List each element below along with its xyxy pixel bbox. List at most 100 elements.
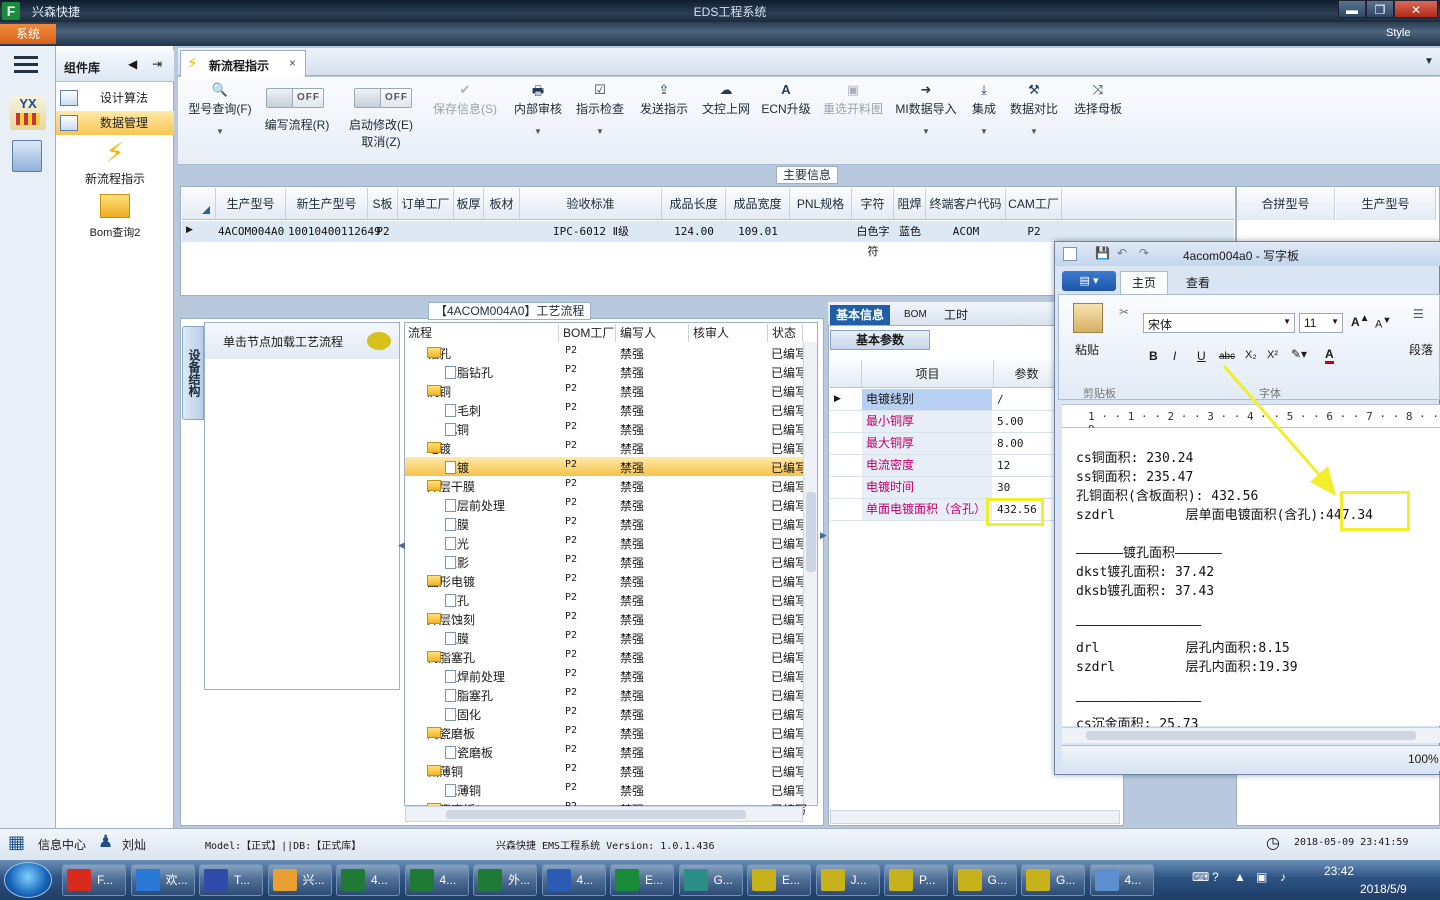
tree-row[interactable]: −钻孔 P2 禁强 已编写 <box>405 343 807 362</box>
send-instruction-button[interactable]: ⇪ 发送指示 <box>636 82 692 117</box>
taskbar-item[interactable]: J... <box>815 864 880 896</box>
reselect-cutting-drawing-button[interactable]: ▣ 重选开料图 <box>818 82 888 117</box>
style-menu[interactable]: Style <box>1386 27 1410 39</box>
taskbar-item[interactable]: 外... <box>473 864 537 896</box>
mi-data-import-button[interactable]: ➜ MI数据导入 ▼ <box>892 82 960 136</box>
tab-basic-params[interactable]: 基本参数 <box>830 330 930 350</box>
main-col-header[interactable]: 订单工厂 <box>398 188 454 220</box>
tab-new-process[interactable]: ⚡ 新流程指示 × <box>180 50 306 77</box>
main-col-header[interactable]: 阻焊 <box>894 188 926 220</box>
save-info-button[interactable]: ✔ 保存信息(S) <box>428 82 502 117</box>
equipment-structure-tab[interactable]: 设备结构 <box>182 326 204 420</box>
volume-icon[interactable]: ♪ <box>1280 870 1286 884</box>
tree-row[interactable]: 贴膜 P2 禁强 已编写 <box>405 514 807 533</box>
column-process[interactable]: 流程 <box>405 324 559 342</box>
pin-icon[interactable]: ⇥ <box>152 57 162 71</box>
main-col-header[interactable]: 板厚 <box>454 188 484 220</box>
tab-bom[interactable]: BOM <box>898 305 933 325</box>
yx-module-icon[interactable]: YX <box>10 96 46 130</box>
param-row[interactable]: 最大铜厚 8.00 <box>830 433 1060 455</box>
tree-row[interactable]: 退膜 P2 禁强 已编写 <box>405 628 807 647</box>
info-center-label[interactable]: 信息中心 <box>38 836 86 853</box>
taskbar-item[interactable]: E... <box>747 864 811 896</box>
bold-icon[interactable]: B <box>1149 349 1158 363</box>
tree-row[interactable]: 减薄铜 P2 禁强 已编写 <box>405 780 807 799</box>
main-col-header[interactable]: PNL规格 <box>790 188 852 220</box>
tree-row[interactable]: 阻焊前处理 P2 禁强 已编写 <box>405 666 807 685</box>
model-query-button[interactable]: 🔍 型号查询(F) ▼ <box>184 82 256 136</box>
main-col-header[interactable]: 终端客户代码 <box>926 188 1006 220</box>
new-process-indicator-item[interactable]: ⚡ 新流程指示 <box>56 136 174 187</box>
params-item-header[interactable]: 项目 <box>862 360 994 388</box>
main-col-header[interactable]: 新生产型号 <box>286 188 368 220</box>
tree-row[interactable]: 沉铜 P2 禁强 已编写 <box>405 419 807 438</box>
column-bom-factory[interactable]: BOM工厂 <box>560 324 616 342</box>
qat-undo-icon[interactable]: ↶ <box>1117 246 1127 260</box>
tree-row[interactable]: 去毛刺 P2 禁强 已编写 <box>405 400 807 419</box>
main-col-header[interactable]: 成品宽度 <box>726 188 790 220</box>
tree-row[interactable]: −图形电镀 P2 禁强 已编写 <box>405 571 807 590</box>
cancel-label[interactable]: 取消(Z) <box>344 133 418 150</box>
tree-row[interactable]: 树脂塞孔 P2 禁强 已编写 <box>405 685 807 704</box>
taskbar-item[interactable]: G... <box>678 864 743 896</box>
tree-row[interactable]: −外层蚀刻 P2 禁强 已编写 <box>405 609 807 628</box>
minimize-button[interactable]: ▬ <box>1338 0 1366 18</box>
param-row[interactable]: 最小铜厚 5.00 <box>830 411 1060 433</box>
main-col-header[interactable]: 成品长度 <box>662 188 726 220</box>
main-col-header[interactable]: 生产型号 <box>216 188 286 220</box>
font-size-select[interactable]: 11 ▼ <box>1299 313 1343 333</box>
paragraph-icon[interactable]: ☰ <box>1413 307 1424 321</box>
close-button[interactable]: ✕ <box>1394 0 1438 18</box>
tree-row[interactable]: −沉铜 P2 禁强 已编写 <box>405 381 807 400</box>
zoom-level[interactable]: 100% <box>1408 752 1439 766</box>
lib-item-design-algorithm[interactable]: 设计算法 <box>56 86 174 110</box>
wordpad-horizontal-scrollbar[interactable] <box>1062 727 1440 743</box>
tab-work-hours[interactable]: 工时 <box>938 305 974 325</box>
maximize-button[interactable]: ❐ <box>1366 0 1394 18</box>
param-row[interactable]: 电流密度 12 <box>830 455 1060 477</box>
tab-close-icon[interactable]: × <box>289 56 296 70</box>
main-col-header[interactable]: CAM工厂 <box>1006 188 1062 220</box>
underline-icon[interactable]: U <box>1197 349 1206 363</box>
tree-row[interactable]: −减薄铜 P2 禁强 已编写 <box>405 761 807 780</box>
main-col-header[interactable]: 验收标准 <box>520 188 662 220</box>
qat-redo-icon[interactable]: ↷ <box>1139 246 1149 260</box>
taskbar-item[interactable]: 4... <box>541 864 606 896</box>
calculator-icon[interactable] <box>12 140 42 172</box>
tree-row[interactable]: 板镀 P2 禁强 已编写 <box>405 457 807 476</box>
tab-list-dropdown-icon[interactable]: ▼ <box>1424 56 1434 67</box>
tab-basic-info[interactable]: 基本信息 <box>830 305 891 325</box>
wordpad-tab-view[interactable]: 查看 <box>1176 273 1220 293</box>
keyboard-icon[interactable]: ⌨ <box>1192 870 1209 884</box>
taskbar-item[interactable]: F... <box>62 864 126 896</box>
tree-row[interactable]: 陶瓷磨板 P2 禁强 已编写 <box>405 742 807 761</box>
taskbar-item[interactable]: P... <box>884 864 948 896</box>
taskbar-item[interactable]: 4... <box>1089 864 1154 896</box>
shrink-font-icon[interactable]: A▼ <box>1375 315 1391 331</box>
font-name-select[interactable]: 宋体 ▼ <box>1143 313 1295 333</box>
tree-horizontal-scrollbar[interactable] <box>405 806 803 822</box>
tree-row[interactable]: 树脂钻孔 P2 禁强 已编写 <box>405 362 807 381</box>
params-value-header[interactable]: 参数 <box>994 360 1060 388</box>
load-process-header[interactable]: 单击节点加载工艺流程 <box>205 323 399 359</box>
collapse-left-icon[interactable]: ◀ <box>128 57 137 71</box>
taskbar-item[interactable]: T... <box>199 864 263 896</box>
integrate-button[interactable]: ⤓ 集成 ▼ <box>966 82 1002 136</box>
main-col-header[interactable]: 板材 <box>484 188 520 220</box>
taskbar-item[interactable]: G... <box>1021 864 1085 896</box>
grow-font-icon[interactable]: A▲ <box>1351 313 1370 329</box>
tree-row[interactable]: −树脂塞孔 P2 禁强 已编写 <box>405 647 807 666</box>
data-compare-button[interactable]: ⚒ 数据对比 ▼ <box>1008 82 1060 136</box>
column-reviewer[interactable]: 核审人 <box>690 324 768 342</box>
cut-icon[interactable]: ✂ <box>1119 305 1129 319</box>
param-row[interactable]: 电镀时间 30 <box>830 477 1060 499</box>
taskbar-item[interactable]: 欢... <box>130 864 195 896</box>
tree-vertical-scrollbar[interactable] <box>803 342 817 804</box>
tree-row[interactable]: 镀孔 P2 禁强 已编写 <box>405 590 807 609</box>
tree-row[interactable]: −外层干膜 P2 禁强 已编写 <box>405 476 807 495</box>
taskbar-item[interactable]: 兴... <box>267 864 332 896</box>
tree-row[interactable]: 终固化 P2 禁强 已编写 <box>405 704 807 723</box>
main-col-header[interactable]: S板 <box>368 188 398 220</box>
wordpad-file-menu[interactable]: ▤ ▾ <box>1062 271 1116 291</box>
internal-review-button[interactable]: 🖶 内部审核 ▼ <box>510 82 566 136</box>
